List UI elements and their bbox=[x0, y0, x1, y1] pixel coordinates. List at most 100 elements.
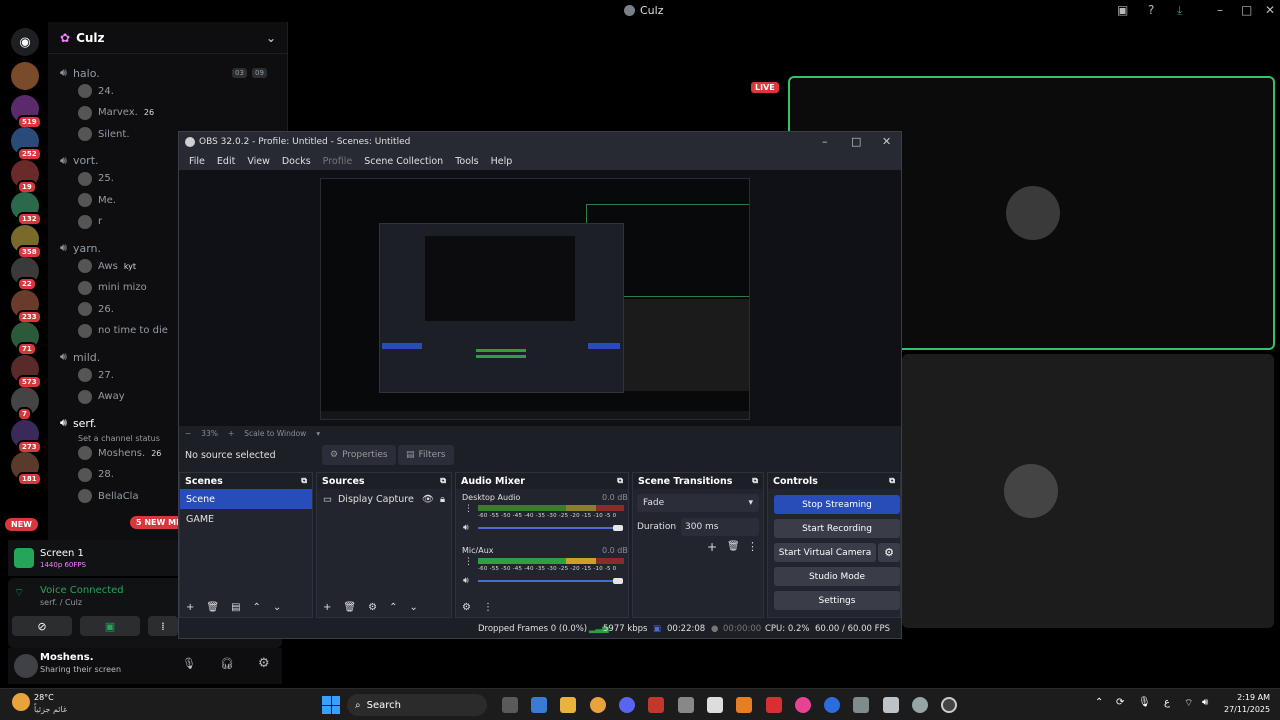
voice-member[interactable]: Silent. bbox=[78, 127, 130, 141]
chevron-down-icon[interactable]: ⌄ bbox=[266, 31, 276, 45]
voice-member[interactable]: 27. bbox=[78, 368, 114, 382]
voice-member[interactable]: 26. bbox=[78, 302, 114, 316]
eye-icon[interactable]: 👁︎ bbox=[422, 494, 434, 505]
voice-member[interactable]: Aws kyt bbox=[78, 259, 136, 273]
arrow-up-icon[interactable]: ⌃ bbox=[253, 602, 261, 613]
trash-icon[interactable]: 🗑︎ bbox=[343, 602, 356, 613]
minimize-icon[interactable]: – bbox=[1217, 3, 1223, 17]
server-icon[interactable]: 181 bbox=[11, 452, 42, 486]
headphones-icon[interactable]: 🎧︎ bbox=[220, 657, 234, 670]
popout-icon[interactable]: ⧉ bbox=[889, 476, 895, 486]
voice-member[interactable]: Moshens. 26 bbox=[78, 446, 161, 460]
kebab-menu-icon[interactable]: ⋮ bbox=[483, 602, 493, 613]
help-icon[interactable]: ? bbox=[1148, 3, 1154, 17]
menu-view[interactable]: View bbox=[241, 156, 276, 167]
menu-docks[interactable]: Docks bbox=[276, 156, 317, 167]
chevron-down-icon[interactable]: ▾ bbox=[316, 429, 320, 438]
clock-time[interactable]: 2:19 AM bbox=[1230, 693, 1270, 702]
activity-button[interactable]: ⁞ bbox=[148, 616, 178, 636]
server-icon[interactable]: 7 bbox=[11, 387, 39, 421]
menu-tools[interactable]: Tools bbox=[449, 156, 484, 167]
add-icon[interactable]: + bbox=[186, 602, 194, 613]
filter-icon[interactable]: ▤ bbox=[231, 602, 240, 613]
app-icon[interactable] bbox=[853, 697, 869, 713]
lock-icon[interactable]: 🔒︎ bbox=[440, 494, 445, 505]
voice-member[interactable]: Marvex. 26 bbox=[78, 105, 154, 120]
start-recording-button[interactable]: Start Recording bbox=[774, 519, 900, 538]
add-icon[interactable]: + bbox=[707, 540, 717, 554]
filters-button[interactable]: ▤ Filters bbox=[398, 445, 454, 465]
menu-file[interactable]: File bbox=[183, 156, 211, 167]
obs-preview[interactable] bbox=[179, 170, 901, 426]
app-icon[interactable] bbox=[707, 697, 723, 713]
arrow-up-icon[interactable]: ⌃ bbox=[389, 602, 397, 613]
app-icon[interactable] bbox=[736, 697, 752, 713]
app-icon[interactable] bbox=[648, 697, 664, 713]
server-icon[interactable]: 252 bbox=[11, 127, 42, 161]
server-icon[interactable]: 19 bbox=[11, 159, 39, 194]
settings-button[interactable]: Settings bbox=[774, 591, 900, 610]
studio-mode-button[interactable]: Studio Mode bbox=[774, 567, 900, 586]
weather-icon[interactable] bbox=[12, 693, 30, 711]
windows-start-icon[interactable] bbox=[322, 696, 340, 714]
speaker-icon[interactable]: 🔊︎ bbox=[463, 523, 469, 533]
zoom-in-icon[interactable]: + bbox=[228, 429, 234, 438]
guild-header[interactable]: ✿ Culz ⌄ bbox=[48, 22, 288, 54]
duration-stepper[interactable]: 300 ms bbox=[681, 518, 759, 536]
trash-icon[interactable]: 🗑︎ bbox=[727, 541, 740, 552]
server-icon[interactable]: 573 bbox=[11, 354, 42, 389]
scale-mode[interactable]: Scale to Window bbox=[244, 429, 306, 438]
opera-icon[interactable] bbox=[795, 697, 811, 713]
add-icon[interactable]: + bbox=[323, 602, 331, 613]
taskbar-search[interactable]: ⌕ Search bbox=[347, 694, 487, 716]
sync-icon[interactable]: ⟳ bbox=[1116, 697, 1124, 708]
start-virtual-camera-button[interactable]: Start Virtual Camera bbox=[774, 543, 876, 562]
voice-channel[interactable]: 🔊︎ halo. 03 09 bbox=[60, 66, 267, 80]
weather-desc[interactable]: غائم جزئياً bbox=[34, 705, 67, 714]
channel-status[interactable]: Set a channel status bbox=[78, 434, 160, 443]
screen-share-button[interactable]: ▣ bbox=[80, 616, 140, 636]
voice-member[interactable]: Away bbox=[78, 389, 125, 404]
screen-share-panel[interactable]: Screen 1 1440p 60FPS bbox=[8, 540, 182, 576]
minimize-icon[interactable]: – bbox=[822, 135, 828, 148]
menu-edit[interactable]: Edit bbox=[211, 156, 241, 167]
voice-location[interactable]: serf. / Culz bbox=[40, 598, 82, 607]
ea-icon[interactable] bbox=[824, 697, 840, 713]
weather-temp[interactable]: 28°C bbox=[34, 693, 54, 702]
voice-member[interactable]: r bbox=[78, 214, 102, 229]
menu-scene-collection[interactable]: Scene Collection bbox=[358, 156, 449, 167]
camera-off-button[interactable]: ⊘ bbox=[12, 616, 72, 636]
task-view-icon[interactable] bbox=[502, 697, 518, 713]
stop-streaming-button[interactable]: Stop Streaming bbox=[774, 495, 900, 514]
app-icon[interactable] bbox=[590, 697, 606, 713]
voice-member[interactable]: no time to die bbox=[78, 323, 168, 338]
obs-icon[interactable] bbox=[941, 697, 957, 713]
server-icon[interactable]: 233 bbox=[11, 289, 42, 324]
voice-member[interactable]: mini mizo bbox=[78, 280, 147, 295]
voice-channel[interactable]: 🔊︎ yarn. bbox=[60, 241, 101, 255]
close-icon[interactable]: ✕ bbox=[882, 135, 891, 148]
zoom-out-icon[interactable]: − bbox=[185, 429, 191, 438]
maximize-icon[interactable]: □ bbox=[851, 135, 861, 148]
inbox-icon[interactable]: ▣ bbox=[1117, 3, 1128, 17]
virtual-camera-config-icon[interactable]: ⚙ bbox=[878, 543, 900, 562]
desktop-volume-slider[interactable] bbox=[478, 527, 618, 529]
network-icon[interactable]: ⌔ bbox=[1184, 697, 1193, 710]
username[interactable]: Moshens. bbox=[40, 652, 94, 663]
trash-icon[interactable]: 🗑︎ bbox=[206, 602, 219, 613]
kebab-menu-icon[interactable]: ⋮ bbox=[464, 504, 473, 514]
chevron-up-icon[interactable]: ⌃ bbox=[1095, 697, 1103, 708]
server-icon[interactable]: 22 bbox=[11, 257, 39, 291]
voice-member[interactable]: 24. bbox=[78, 84, 114, 98]
server-icon[interactable]: 273 bbox=[11, 419, 42, 454]
menu-profile[interactable]: Profile bbox=[317, 156, 359, 167]
app-icon[interactable] bbox=[883, 697, 899, 713]
server-icon[interactable]: 132 bbox=[11, 192, 42, 226]
voice-channel[interactable]: 🔊︎ mild. bbox=[60, 350, 100, 364]
new-badge[interactable]: NEW bbox=[5, 518, 38, 531]
mic-volume-slider[interactable] bbox=[478, 580, 618, 582]
maximize-icon[interactable]: □ bbox=[1241, 3, 1252, 17]
server-icon[interactable]: 358 bbox=[11, 224, 42, 259]
voice-member[interactable]: 25. bbox=[78, 171, 114, 186]
popout-icon[interactable]: ⧉ bbox=[301, 476, 307, 486]
